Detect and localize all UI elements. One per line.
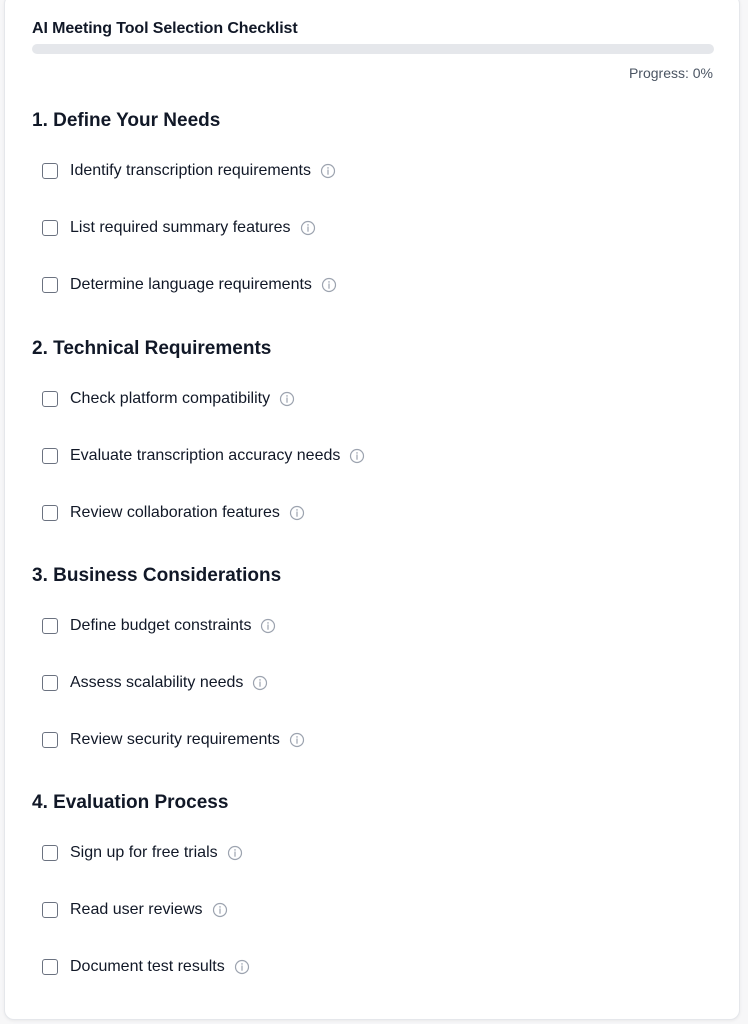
page-title: AI Meeting Tool Selection Checklist [32,20,298,37]
info-icon[interactable] [289,505,305,521]
checklist-item[interactable]: Define budget constraints [42,615,276,637]
section-heading: 1. Define Your Needs [32,110,221,131]
checklist-item[interactable]: Review collaboration features [42,502,305,524]
section-heading: 4. Evaluation Process [32,792,229,813]
checklist-item[interactable]: Determine language requirements [42,274,337,296]
checklist-checkbox[interactable] [42,448,58,464]
checklist-checkbox[interactable] [42,732,58,748]
checklist-item-label: Review collaboration features [70,504,280,521]
checklist-item[interactable]: Review security requirements [42,729,305,751]
checklist-checkbox[interactable] [42,902,58,918]
info-icon[interactable] [321,277,337,293]
section-heading: 3. Business Considerations [32,565,282,586]
info-icon[interactable] [212,902,228,918]
info-icon[interactable] [349,448,365,464]
checklist-item-label: Sign up for free trials [70,844,218,861]
checklist-item-label: Evaluate transcription accuracy needs [70,447,341,464]
info-icon[interactable] [260,618,276,634]
progress-bar [32,44,714,54]
checklist-item[interactable]: Check platform compatibility [42,388,295,410]
checklist-checkbox[interactable] [42,391,58,407]
checklist-checkbox[interactable] [42,959,58,975]
progress-label: Progress: 0% [628,65,713,81]
info-icon[interactable] [320,163,336,179]
checklist-item-label: Read user reviews [70,901,203,918]
info-icon[interactable] [289,732,305,748]
checklist-item[interactable]: Assess scalability needs [42,672,268,694]
checklist-checkbox[interactable] [42,845,58,861]
checklist-item[interactable]: Identify transcription requirements [42,160,336,182]
info-icon[interactable] [300,220,316,236]
checklist-checkbox[interactable] [42,675,58,691]
checklist-item-label: Check platform compatibility [70,390,271,407]
checklist-item[interactable]: Document test results [42,956,250,978]
checklist-item[interactable]: Read user reviews [42,899,228,921]
info-icon[interactable] [227,845,243,861]
info-icon[interactable] [234,959,250,975]
checklist-checkbox[interactable] [42,618,58,634]
checklist-item-label: Assess scalability needs [70,674,244,691]
checklist-checkbox[interactable] [42,277,58,293]
checklist-item-label: Determine language requirements [70,276,312,293]
section-heading: 2. Technical Requirements [32,338,272,359]
checklist-item-label: Document test results [70,958,225,975]
checklist-item-label: Identify transcription requirements [70,162,311,179]
checklist-checkbox[interactable] [42,220,58,236]
checklist-card: AI Meeting Tool Selection Checklist Prog… [4,0,740,1020]
checklist-item-label: Define budget constraints [70,617,252,634]
checklist-item-label: Review security requirements [70,731,280,748]
checklist-item-label: List required summary features [70,219,291,236]
checklist-item[interactable]: Sign up for free trials [42,842,243,864]
info-icon[interactable] [279,391,295,407]
info-icon[interactable] [252,675,268,691]
checklist-checkbox[interactable] [42,505,58,521]
checklist-item[interactable]: List required summary features [42,217,316,239]
checklist-item[interactable]: Evaluate transcription accuracy needs [42,445,365,467]
checklist-checkbox[interactable] [42,163,58,179]
